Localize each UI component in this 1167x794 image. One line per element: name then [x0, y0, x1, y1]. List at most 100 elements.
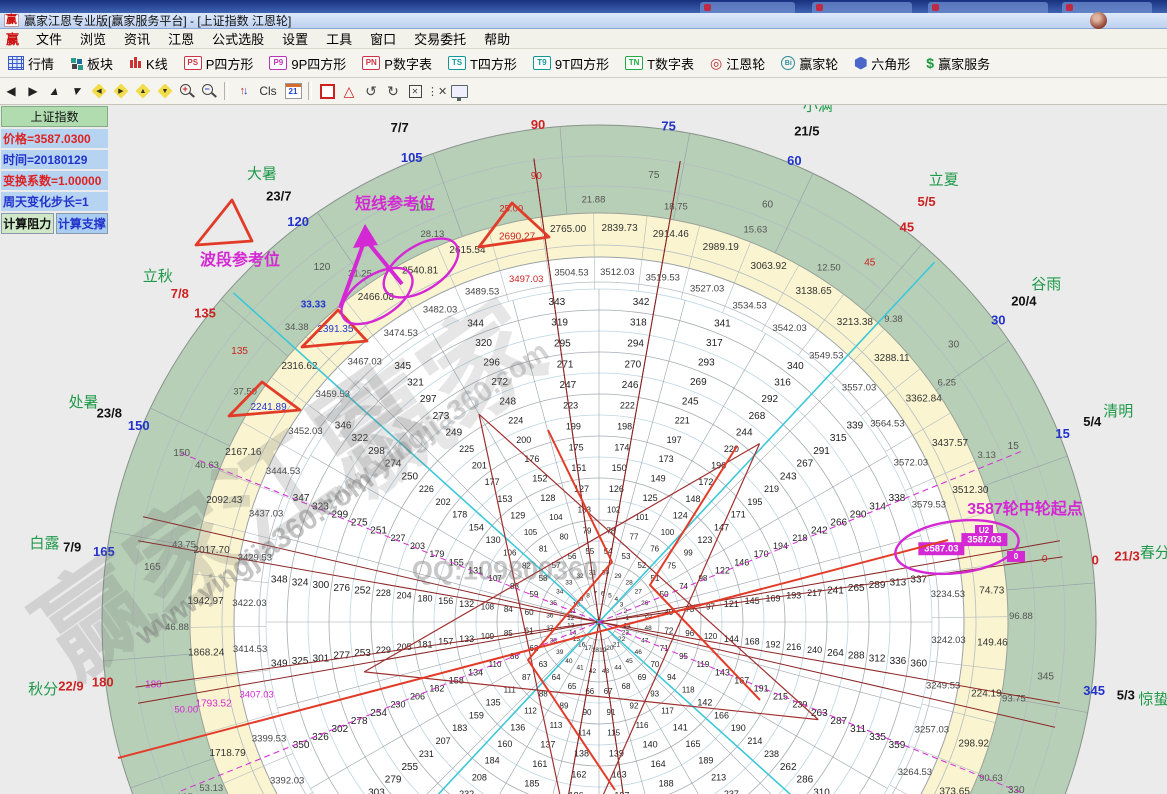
svg-text:53.13: 53.13 — [199, 783, 223, 794]
svg-text:45: 45 — [900, 219, 914, 234]
zoom-out-icon[interactable]: − — [199, 81, 219, 101]
menu-item-7[interactable]: 窗口 — [361, 29, 405, 48]
toolbar-button-T四方形[interactable]: TST四方形 — [440, 54, 525, 73]
menu-item-4[interactable]: 公式选股 — [203, 29, 273, 48]
triangle-tool-icon[interactable]: △ — [339, 81, 359, 101]
calc-resistance-button[interactable]: 计算阻力 — [1, 213, 54, 234]
rotate-cw-icon[interactable]: ↻ — [383, 81, 403, 101]
svg-text:3362.84: 3362.84 — [906, 393, 943, 404]
delete-box-icon[interactable]: ✕ — [405, 81, 425, 101]
svg-text:23/8: 23/8 — [97, 406, 122, 421]
svg-text:20/4: 20/4 — [1011, 293, 1037, 308]
svg-text:5/5: 5/5 — [917, 194, 935, 209]
rotate-left-step-icon[interactable]: ▲ — [45, 81, 65, 101]
svg-text:21/5: 21/5 — [794, 124, 819, 139]
svg-text:130: 130 — [486, 535, 501, 545]
move-down-icon[interactable]: ▼ — [155, 81, 175, 101]
svg-text:360: 360 — [910, 659, 927, 670]
svg-text:0: 0 — [1014, 552, 1019, 561]
svg-text:2167.16: 2167.16 — [225, 447, 262, 458]
svg-text:125: 125 — [643, 493, 658, 503]
calendar-icon[interactable]: 21 — [283, 81, 303, 101]
menu-item-8[interactable]: 交易委托 — [405, 29, 475, 48]
calc-support-button[interactable]: 计算支撑 — [56, 213, 109, 234]
menu-item-2[interactable]: 资讯 — [115, 29, 159, 48]
page-right-icon[interactable]: ▶ — [23, 81, 43, 101]
info-row-1: 时间=20180129 — [1, 150, 108, 169]
menu-item-1[interactable]: 浏览 — [71, 29, 115, 48]
move-left-icon[interactable]: ◀ — [89, 81, 109, 101]
svg-text:3429.53: 3429.53 — [238, 553, 272, 564]
svg-text:50.00: 50.00 — [174, 704, 198, 715]
toolbar-button-江恩轮[interactable]: ◎江恩轮 — [702, 54, 773, 73]
svg-text:142: 142 — [697, 698, 712, 708]
toolbar-button-K线[interactable]: K线 — [121, 54, 176, 73]
toolbar-label: T数字表 — [647, 54, 694, 73]
svg-text:3497.03: 3497.03 — [509, 274, 543, 285]
svg-text:290: 290 — [850, 509, 867, 520]
menu-item-0[interactable]: 文件 — [27, 29, 71, 48]
toolbar-button-赢家服务[interactable]: $赢家服务 — [918, 54, 998, 73]
svg-text:处暑: 处暑 — [69, 394, 99, 411]
svg-text:216: 216 — [786, 642, 801, 652]
info-row-2: 变换系数=1.00000 — [1, 171, 108, 190]
svg-text:118: 118 — [682, 686, 695, 695]
svg-text:165: 165 — [686, 739, 701, 749]
toolbar-button-板块[interactable]: 板块 — [62, 54, 121, 73]
svg-text:140: 140 — [643, 740, 658, 750]
toolbar-button-赢家轮[interactable]: Bi赢家轮 — [773, 54, 846, 73]
menu-item-6[interactable]: 工具 — [317, 29, 361, 48]
updown-icon[interactable]: ↑↓ — [233, 81, 253, 101]
svg-text:2316.62: 2316.62 — [281, 361, 318, 372]
svg-text:161: 161 — [532, 759, 547, 769]
svg-text:287: 287 — [830, 716, 847, 727]
screen-icon[interactable] — [449, 81, 469, 101]
svg-text:276: 276 — [333, 583, 350, 594]
svg-text:348: 348 — [271, 575, 288, 586]
svg-text:292: 292 — [761, 394, 778, 405]
svg-text:7/8: 7/8 — [171, 286, 189, 301]
shrink-icon[interactable]: ⋮✕⋮ — [427, 81, 447, 101]
svg-text:224: 224 — [508, 415, 523, 425]
svg-text:2989.19: 2989.19 — [703, 242, 740, 253]
move-right-icon[interactable]: ▶ — [111, 81, 131, 101]
svg-text:202: 202 — [436, 497, 451, 507]
toolbar-button-P数字表[interactable]: PNP数字表 — [354, 54, 440, 73]
zoom-in-icon[interactable]: + — [177, 81, 197, 101]
svg-text:7/7: 7/7 — [391, 120, 409, 135]
svg-text:154: 154 — [469, 522, 484, 532]
svg-text:311: 311 — [850, 724, 866, 735]
svg-text:268: 268 — [749, 411, 766, 422]
toolbar-button-行情[interactable]: 行情 — [0, 54, 62, 73]
background-tab — [700, 2, 795, 13]
menu-item-5[interactable]: 设置 — [273, 29, 317, 48]
svg-text:122: 122 — [715, 565, 730, 575]
svg-text:100: 100 — [661, 528, 675, 537]
toolbar-button-六角形[interactable]: 六角形 — [846, 54, 918, 73]
svg-text:22/9: 22/9 — [58, 678, 83, 693]
gann-wheel-canvas[interactable]: 1234567891011121314151617181920212223242… — [0, 104, 1167, 794]
svg-text:104: 104 — [549, 513, 563, 522]
svg-text:3512.30: 3512.30 — [952, 485, 989, 496]
rotate-ccw-icon[interactable]: ↺ — [361, 81, 381, 101]
svg-text:9.38: 9.38 — [884, 314, 903, 325]
toolbar-button-9T四方形[interactable]: T99T四方形 — [525, 54, 617, 73]
square-tool-icon[interactable] — [317, 81, 337, 101]
toolbar-button-P四方形[interactable]: PSP四方形 — [176, 54, 262, 73]
dollar-icon: $ — [926, 55, 934, 71]
toolbar-button-9P四方形[interactable]: P99P四方形 — [261, 54, 354, 73]
menu-item-9[interactable]: 帮助 — [475, 29, 519, 48]
menu-item-3[interactable]: 江恩 — [159, 29, 203, 48]
svg-text:96.88: 96.88 — [1009, 611, 1033, 622]
svg-text:275: 275 — [351, 517, 368, 528]
svg-text:2914.46: 2914.46 — [653, 229, 690, 240]
rotate-right-step-icon[interactable]: ▼ — [67, 81, 87, 101]
page-left-icon[interactable]: ◀ — [1, 81, 21, 101]
winner-wheel-icon: Bi — [781, 56, 795, 70]
badge: T9 — [533, 56, 551, 70]
svg-text:192: 192 — [765, 639, 780, 649]
cls-button[interactable]: Cls — [255, 81, 281, 101]
toolbar-button-T数字表[interactable]: TNT数字表 — [617, 54, 702, 73]
svg-text:151: 151 — [571, 463, 586, 473]
move-up-icon[interactable]: ▲ — [133, 81, 153, 101]
